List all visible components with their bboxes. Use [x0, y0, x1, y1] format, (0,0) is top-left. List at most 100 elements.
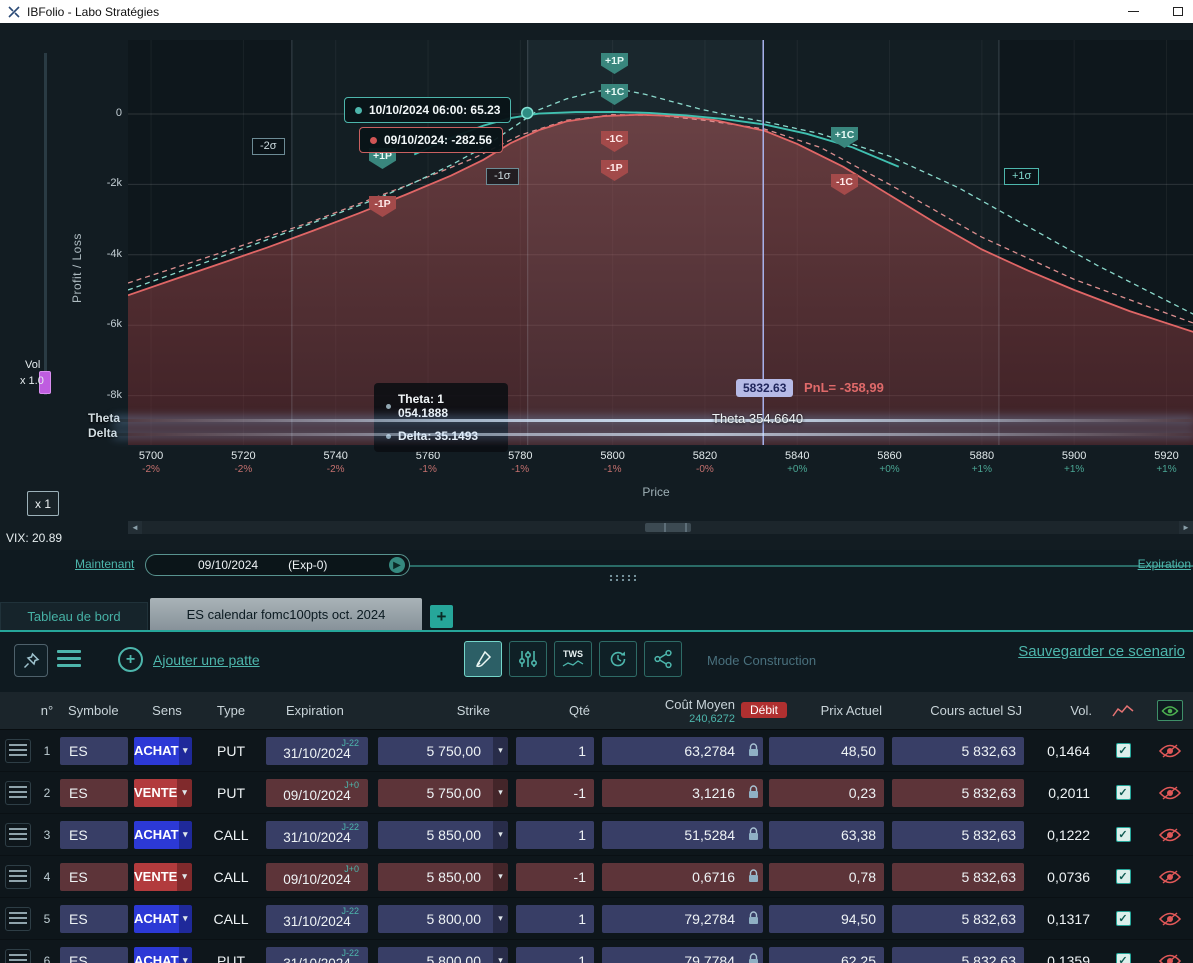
strike-select[interactable]: 5 800,00 ▾: [378, 904, 508, 933]
leg-enabled-checkbox[interactable]: ✓: [1115, 827, 1131, 842]
row-drag-handle-icon[interactable]: [5, 906, 31, 931]
caret-down-icon[interactable]: ▾: [177, 778, 192, 807]
lock-cost-button[interactable]: [743, 904, 763, 933]
header-visibility-toggle[interactable]: [1146, 700, 1193, 721]
leg-enabled-checkbox[interactable]: ✓: [1115, 785, 1131, 800]
caret-down-icon[interactable]: ▾: [178, 946, 192, 963]
scroll-left-icon[interactable]: ◄: [128, 521, 142, 534]
caret-down-icon[interactable]: ▾: [493, 904, 508, 933]
side-select[interactable]: ACHAT ▾: [134, 904, 192, 933]
save-scenario-link[interactable]: Sauvegarder ce scenario: [1018, 643, 1185, 660]
avg-cost-cell[interactable]: 0,6716: [602, 862, 743, 891]
maximize-button[interactable]: [1158, 0, 1193, 23]
quantity-cell[interactable]: 1: [516, 946, 594, 963]
symbol-cell[interactable]: ES: [60, 778, 128, 807]
lock-cost-button[interactable]: [743, 736, 763, 765]
quantity-cell[interactable]: 1: [516, 736, 594, 765]
strike-select[interactable]: 5 750,00 ▾: [378, 778, 508, 807]
strike-select[interactable]: 5 850,00 ▾: [378, 862, 508, 891]
side-select[interactable]: VENTE ▾: [134, 778, 192, 807]
avg-cost-cell[interactable]: 79,2784: [602, 904, 743, 933]
side-select[interactable]: ACHAT ▾: [134, 736, 192, 765]
quantity-cell[interactable]: 1: [516, 820, 594, 849]
add-leg-link[interactable]: Ajouter une patte: [153, 652, 260, 668]
leg-enabled-checkbox[interactable]: ✓: [1115, 743, 1131, 758]
strike-select[interactable]: 5 800,00 ▾: [378, 946, 508, 963]
tab-scenario-active[interactable]: ES calendar fomc100pts oct. 2024: [150, 598, 422, 630]
minimize-button[interactable]: [1113, 0, 1153, 23]
leg-enabled-checkbox[interactable]: ✓: [1115, 953, 1131, 963]
history-button[interactable]: [599, 641, 637, 677]
quantity-multiplier-button[interactable]: x 1: [27, 491, 59, 516]
row-drag-handle-icon[interactable]: [5, 948, 31, 963]
lock-cost-button[interactable]: [743, 820, 763, 849]
avg-cost-cell[interactable]: 51,5284: [602, 820, 743, 849]
leg-visibility-button[interactable]: [1146, 940, 1193, 963]
maintenant-link[interactable]: Maintenant: [75, 557, 134, 571]
leg-visibility-button[interactable]: [1146, 730, 1193, 771]
avg-cost-cell[interactable]: 63,2784: [602, 736, 743, 765]
avg-cost-cell[interactable]: 79,7784: [602, 946, 743, 963]
leg-visibility-button[interactable]: [1146, 898, 1193, 939]
symbol-cell[interactable]: ES: [60, 736, 128, 765]
quantity-cell[interactable]: -1: [516, 778, 594, 807]
adjust-tool-button[interactable]: [509, 641, 547, 677]
leg-visibility-button[interactable]: [1146, 814, 1193, 855]
header-chart-toggle[interactable]: [1100, 704, 1146, 718]
row-drag-handle-icon[interactable]: [5, 822, 31, 847]
pin-button[interactable]: [14, 644, 48, 677]
caret-down-icon[interactable]: ▾: [178, 736, 192, 765]
caret-down-icon[interactable]: ▾: [493, 946, 508, 963]
side-select[interactable]: ACHAT ▾: [134, 820, 192, 849]
row-drag-handle-icon[interactable]: [5, 780, 31, 805]
expiration-cell[interactable]: J+0 09/10/2024: [266, 862, 368, 891]
time-slider-handle[interactable]: 09/10/2024 (Exp-0) ▶: [145, 554, 410, 576]
symbol-cell[interactable]: ES: [60, 820, 128, 849]
expiration-link[interactable]: Expiration: [1138, 557, 1191, 571]
expiration-cell[interactable]: J-2231/10/2024: [266, 946, 368, 963]
side-select[interactable]: VENTE ▾: [134, 862, 192, 891]
menu-button[interactable]: [57, 650, 81, 671]
play-forward-icon[interactable]: ▶: [389, 557, 405, 573]
caret-down-icon[interactable]: ▾: [493, 778, 508, 807]
leg-visibility-button[interactable]: [1146, 772, 1193, 813]
expiration-cell[interactable]: J-2231/10/2024: [266, 820, 368, 849]
lock-cost-button[interactable]: [743, 778, 763, 807]
caret-down-icon[interactable]: ▾: [493, 862, 508, 891]
symbol-cell[interactable]: ES: [60, 946, 128, 963]
tab-dashboard[interactable]: Tableau de bord: [0, 602, 148, 630]
add-leg-icon[interactable]: +: [118, 647, 143, 672]
vol-slider-track[interactable]: [44, 53, 47, 395]
leg-visibility-button[interactable]: [1146, 856, 1193, 897]
caret-down-icon[interactable]: ▾: [177, 862, 192, 891]
leg-enabled-checkbox[interactable]: ✓: [1115, 911, 1131, 926]
scrollbar-thumb[interactable]: [645, 523, 691, 532]
draw-tool-button[interactable]: [464, 641, 502, 677]
row-drag-handle-icon[interactable]: [5, 864, 31, 889]
strike-select[interactable]: 5 750,00 ▾: [378, 736, 508, 765]
symbol-cell[interactable]: ES: [60, 904, 128, 933]
caret-down-icon[interactable]: ▾: [178, 820, 192, 849]
expiration-cell[interactable]: J-2231/10/2024: [266, 736, 368, 765]
lock-cost-button[interactable]: [743, 862, 763, 891]
row-drag-handle-icon[interactable]: [5, 738, 31, 763]
add-tab-button[interactable]: +: [430, 605, 453, 628]
avg-cost-cell[interactable]: 3,1216: [602, 778, 743, 807]
caret-down-icon[interactable]: ▾: [178, 904, 192, 933]
symbol-cell[interactable]: ES: [60, 862, 128, 891]
strike-select[interactable]: 5 850,00 ▾: [378, 820, 508, 849]
splitter-grip-icon[interactable]: [608, 574, 636, 581]
pnl-chart[interactable]: [128, 40, 1193, 445]
quantity-cell[interactable]: 1: [516, 904, 594, 933]
chart-scrollbar[interactable]: ◄ ►: [128, 521, 1193, 534]
share-button[interactable]: [644, 641, 682, 677]
lock-cost-button[interactable]: [743, 946, 763, 963]
expiration-cell[interactable]: J-2231/10/2024: [266, 904, 368, 933]
side-select[interactable]: ACHAT ▾: [134, 946, 192, 963]
scroll-right-icon[interactable]: ►: [1179, 521, 1193, 534]
leg-enabled-checkbox[interactable]: ✓: [1115, 869, 1131, 884]
expiration-cell[interactable]: J+0 09/10/2024: [266, 778, 368, 807]
quantity-cell[interactable]: -1: [516, 862, 594, 891]
caret-down-icon[interactable]: ▾: [493, 736, 508, 765]
caret-down-icon[interactable]: ▾: [493, 820, 508, 849]
